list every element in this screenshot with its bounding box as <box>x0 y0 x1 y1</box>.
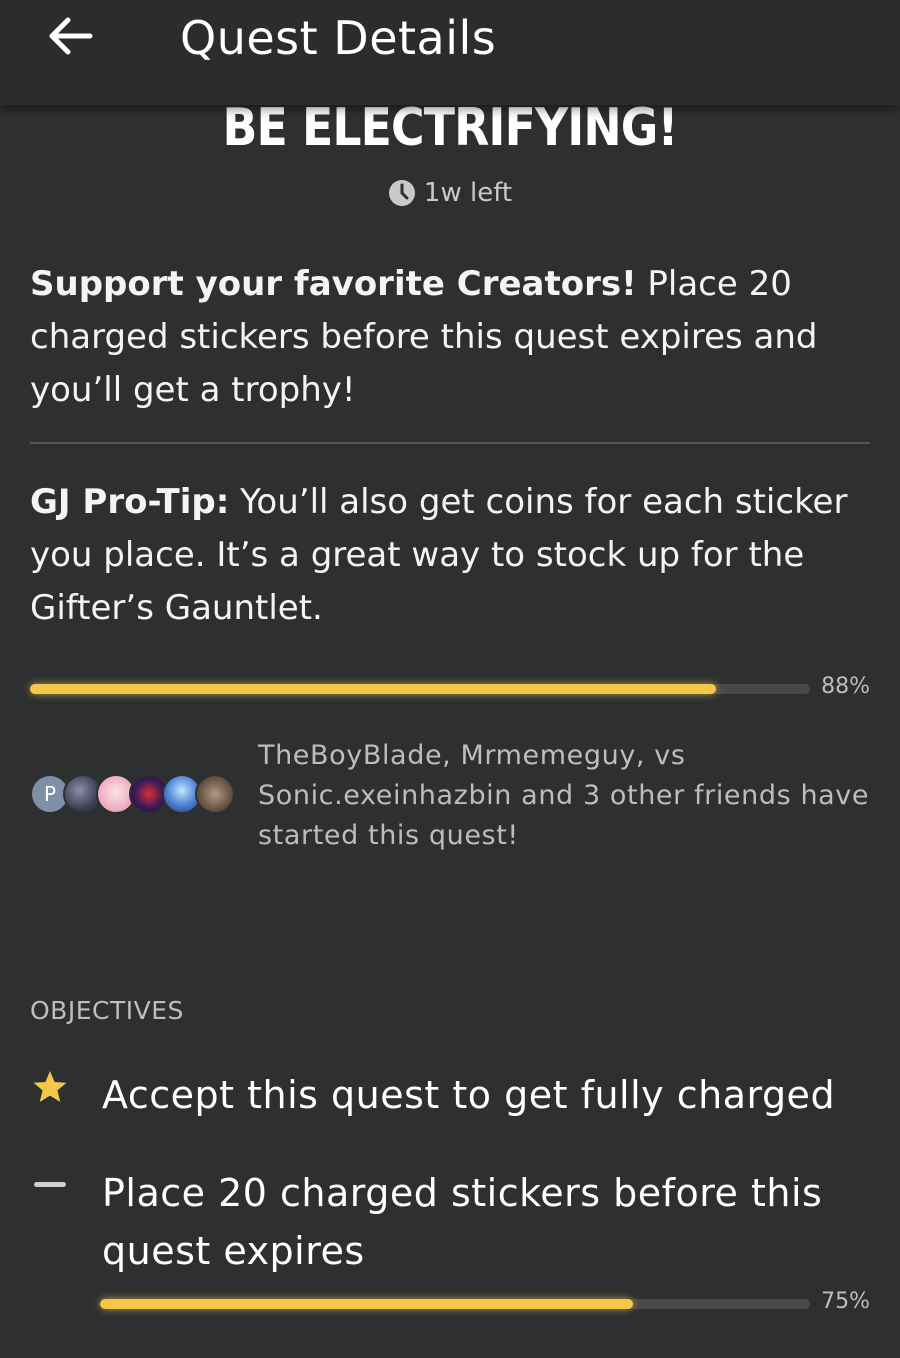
objective-progress-bar <box>100 1299 810 1309</box>
objective-progress-fill <box>100 1299 633 1309</box>
objectives-heading: OBJECTIVES <box>30 996 184 1025</box>
pro-tip: GJ Pro-Tip: You’ll also get coins for ea… <box>30 476 880 635</box>
objective-item-1: Accept this quest to get fully charged <box>102 1073 836 1117</box>
quest-title: BE ELECTRIFYING! <box>222 98 679 158</box>
quest-progress-bar <box>30 684 810 694</box>
quest-progress-percent: 88% <box>821 674 870 699</box>
avatar-initial: P <box>43 782 57 806</box>
time-left: 1w left <box>0 178 900 208</box>
arrow-left-icon <box>49 17 93 55</box>
pro-tip-label: GJ Pro-Tip: <box>30 482 230 522</box>
time-left-label: 1w left <box>423 178 513 208</box>
quest-progress-fill <box>30 684 717 694</box>
divider <box>30 442 870 444</box>
page-title: Quest Details <box>180 11 497 65</box>
friend-avatars[interactable]: P <box>30 774 240 816</box>
app-header: Quest Details <box>0 0 900 105</box>
objective-progress-percent: 75% <box>821 1289 870 1314</box>
star-icon <box>33 1071 67 1102</box>
dash-icon <box>34 1182 66 1187</box>
quest-details-screen: Quest Details BE ELECTRIFYING! 1w left S… <box>0 0 900 1358</box>
back-button[interactable] <box>44 14 98 58</box>
friends-started-text: TheBoyBlade, Mrmemeguy, vs Sonic.exeinha… <box>258 740 870 851</box>
objective-item-2: Place 20 charged stickers before this qu… <box>102 1171 823 1273</box>
description-highlight: Support your favorite Creators! <box>30 264 637 304</box>
clock-icon <box>388 180 415 206</box>
avatar <box>195 774 235 814</box>
quest-description: Support your favorite Creators! Place 20… <box>30 258 870 417</box>
